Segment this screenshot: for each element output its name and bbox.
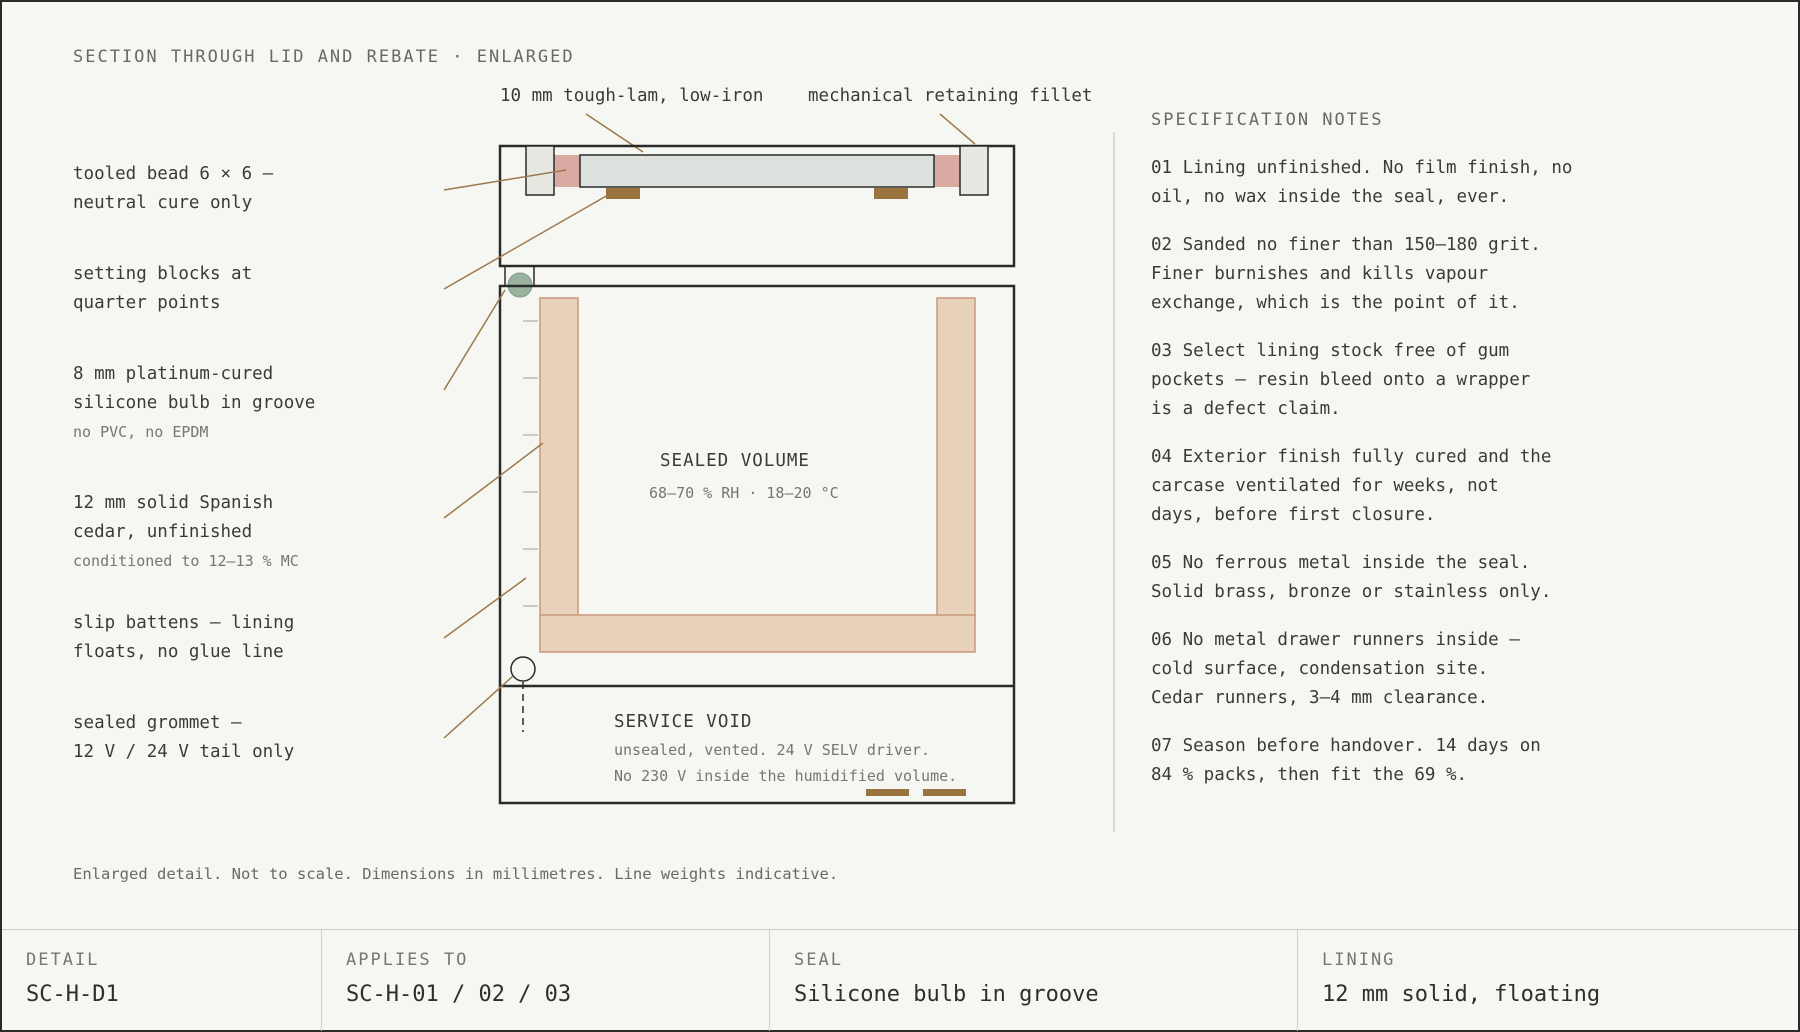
service-void-line2: No 230 V inside the humidified volume. <box>614 767 957 785</box>
disclaimer: Enlarged detail. Not to scale. Dimension… <box>73 865 839 883</box>
setting-block-right <box>874 188 908 199</box>
service-void-label: SERVICE VOID <box>614 712 752 732</box>
sealed-volume-conditions: 68–70 % RH · 18–20 °C <box>649 484 839 502</box>
title-block-label: SEAL <box>794 950 843 970</box>
title-block-seal: SEAL Silicone bulb in groove <box>770 930 1298 1031</box>
glass-pane <box>579 154 935 188</box>
cedar-lining-floor <box>539 614 976 653</box>
title-block-detail: DETAIL SC-H-D1 <box>2 930 322 1031</box>
fillet-right <box>959 145 989 196</box>
note-item: 05 No ferrous metal inside the seal. Sol… <box>1151 553 1552 602</box>
foot-left <box>866 789 909 796</box>
title-block-lining: LINING 12 mm solid, floating <box>1298 930 1798 1031</box>
foot-right <box>923 789 966 796</box>
note-item: 07 Season before handover. 14 days on 84… <box>1151 736 1541 785</box>
setting-block-left <box>606 188 640 199</box>
note-item: 03 Select lining stock free of gum pocke… <box>1151 341 1531 419</box>
title-block-value: SC-H-D1 <box>26 982 119 1007</box>
sealed-volume-label: SEALED VOLUME <box>660 451 810 471</box>
title-block-applies-to: APPLIES TO SC-H-01 / 02 / 03 <box>322 930 770 1031</box>
cedar-lining-right <box>936 297 976 617</box>
sealed-grommet <box>510 656 536 682</box>
callout-leaders <box>443 169 609 739</box>
fillet-left <box>525 145 555 196</box>
title-block-label: DETAIL <box>26 950 100 970</box>
title-block: DETAIL SC-H-D1 APPLIES TO SC-H-01 / 02 /… <box>2 929 1798 1031</box>
fillet-leader <box>939 113 976 145</box>
title-block-value: 12 mm solid, floating <box>1322 982 1601 1007</box>
tooled-bead-right <box>931 155 961 187</box>
cedar-lining-left <box>539 297 579 617</box>
title-block-value: Silicone bulb in groove <box>794 982 1099 1007</box>
specification-notes: SPECIFICATION NOTES 01 Lining unfinished… <box>1151 110 1691 809</box>
note-item: 01 Lining unfinished. No film finish, no… <box>1151 158 1573 207</box>
slip-batten-ticks <box>523 320 538 607</box>
note-item: 04 Exterior finish fully cured and the c… <box>1151 447 1552 525</box>
note-item: 06 No metal drawer runners inside — cold… <box>1151 630 1520 708</box>
title-block-value: SC-H-01 / 02 / 03 <box>346 982 572 1007</box>
notes-heading: SPECIFICATION NOTES <box>1151 110 1384 130</box>
title-block-label: LINING <box>1322 950 1396 970</box>
title-block-label: APPLIES TO <box>346 950 469 970</box>
service-void-line1: unsealed, vented. 24 V SELV driver. <box>614 741 930 759</box>
note-item: 02 Sanded no finer than 150–180 grit. Fi… <box>1151 235 1541 313</box>
